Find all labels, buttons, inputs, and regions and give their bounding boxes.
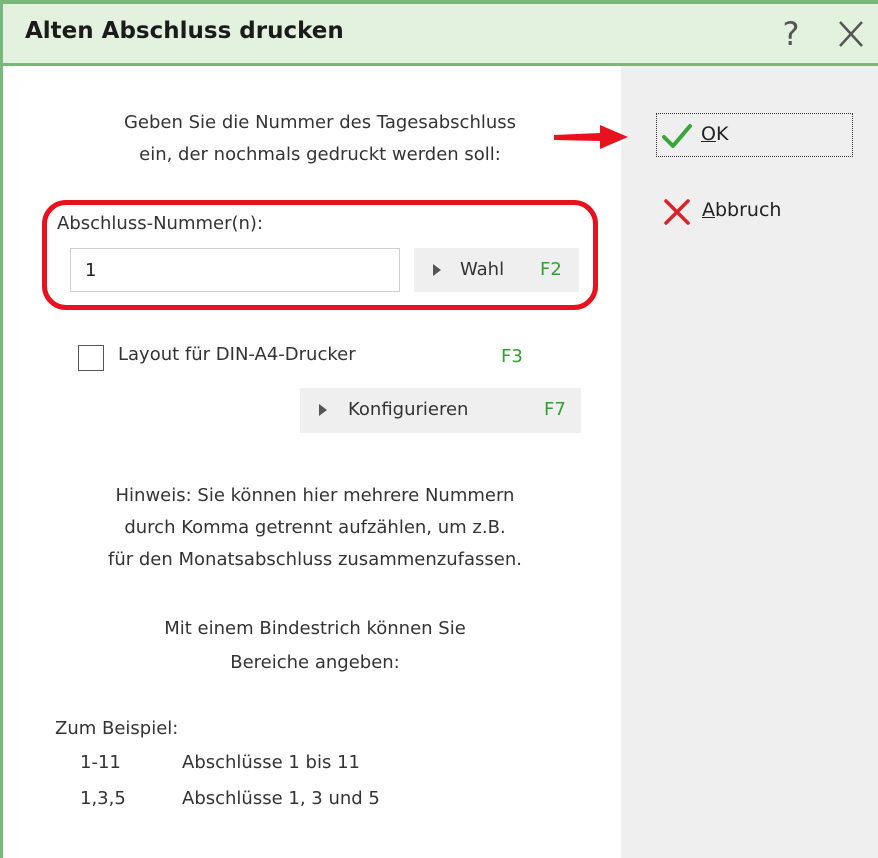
range-hint-line-2: Bereiche angeben: [230,652,400,673]
number-field-label: Abschluss-Nummer(n): [57,213,264,234]
cross-icon [664,199,690,225]
close-button[interactable] [829,14,873,54]
example-code: 1,3,5 [80,788,126,809]
instruction-line-2: ein, der nochmals gedruckt werden soll: [139,144,501,165]
example-description: Abschlüsse 1, 3 und 5 [182,788,380,809]
range-hint-line-1: Mit einem Bindestrich können Sie [164,618,466,639]
example-description: Abschlüsse 1 bis 11 [182,752,360,773]
checkmark-icon [662,124,692,148]
layout-shortcut: F3 [501,346,523,367]
hint-line-1: Hinweis: Sie können hier mehrere Nummern [115,485,515,506]
wahl-label: Wahl [460,259,505,280]
konfigurieren-button[interactable]: Konfigurieren F7 [300,388,581,433]
number-input[interactable] [70,248,400,292]
help-button[interactable]: ? [771,14,811,54]
wahl-shortcut: F2 [540,259,562,280]
dialog-title: Alten Abschluss drucken [25,18,344,44]
wahl-button[interactable]: Wahl F2 [414,248,579,292]
range-hint-text: Mit einem Bindestrich können Sie Bereich… [30,612,600,680]
triangle-right-icon [433,264,441,276]
konfigurieren-label: Konfigurieren [348,399,469,420]
triangle-right-icon [319,404,327,416]
ok-label: OK [701,123,729,145]
close-icon [839,21,863,47]
konfigurieren-shortcut: F7 [544,399,566,420]
instruction-text: Geben Sie die Nummer des Tagesabschluss … [40,107,600,171]
ok-button[interactable]: OK [656,113,853,157]
hint-line-2: durch Komma getrennt aufzählen, um z.B. [124,517,506,538]
button-panel [621,66,878,858]
hint-text: Hinweis: Sie können hier mehrere Nummern… [30,480,600,576]
layout-checkbox-label[interactable]: Layout für DIN-A4-Drucker [118,344,356,365]
example-code: 1-11 [80,752,121,773]
cancel-button[interactable]: Abbruch [656,193,853,233]
hint-line-3: für den Monatsabschluss zusammenzufassen… [108,549,522,570]
instruction-line-1: Geben Sie die Nummer des Tagesabschluss [123,112,517,133]
layout-checkbox[interactable] [78,345,104,371]
cancel-label: Abbruch [702,199,782,221]
examples-title: Zum Beispiel: [55,718,179,739]
question-icon: ? [782,15,800,53]
title-bar: Alten Abschluss drucken ? [3,4,878,66]
red-arrow-icon [554,125,628,149]
